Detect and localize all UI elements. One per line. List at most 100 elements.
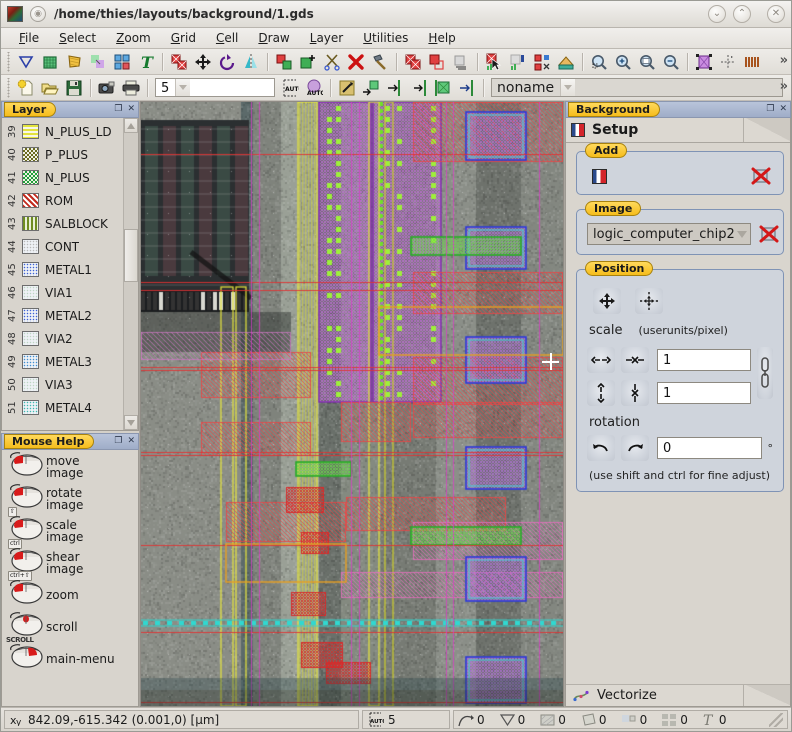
rotate-shape-icon[interactable] [216, 51, 238, 73]
layer-color-swatch[interactable] [22, 377, 39, 392]
chain-link-icon[interactable] [757, 347, 773, 399]
tab-setup[interactable]: Setup [592, 122, 638, 138]
menu-file[interactable]: File [9, 29, 49, 47]
scroll-track[interactable] [124, 133, 138, 415]
zoom-page-icon[interactable] [636, 51, 658, 73]
toolbar-overflow-button[interactable]: » [780, 53, 788, 68]
polygon-icon[interactable] [63, 51, 85, 73]
menu-help[interactable]: Help [418, 29, 465, 47]
delete-image-icon-2[interactable] [759, 223, 779, 245]
layer-color-swatch[interactable] [22, 193, 39, 208]
snap-grid-icon[interactable] [408, 77, 430, 99]
delete-shape-icon[interactable] [345, 51, 367, 73]
background-panel-float-icon[interactable]: ❐ [766, 105, 774, 114]
layer-row[interactable]: 46 VIA1 [2, 281, 123, 304]
vectorize-tab[interactable]: Vectorize [566, 684, 790, 706]
stats-icon[interactable] [507, 51, 529, 73]
rotate-ccw-icon[interactable] [587, 435, 615, 461]
layer-stack-icon[interactable] [741, 51, 763, 73]
scale-y-shrink-icon[interactable] [621, 380, 649, 406]
chevron-down-icon-3[interactable] [735, 224, 750, 244]
zoom-selection-icon[interactable] [588, 51, 610, 73]
menu-grid[interactable]: Grid [161, 29, 206, 47]
scale-x-expand-icon[interactable] [587, 347, 615, 373]
move-fine-icon[interactable] [635, 288, 663, 314]
background-panel-close-icon[interactable]: ✕ [779, 105, 787, 114]
toolbar-overflow-button-2[interactable]: » [780, 79, 788, 94]
boolean-or-icon[interactable] [426, 51, 448, 73]
layer-row[interactable]: 45 METAL1 [2, 258, 123, 281]
scale-x-input[interactable]: 1 [657, 349, 751, 371]
new-file-icon[interactable] [15, 77, 37, 99]
layer-color-swatch[interactable] [22, 308, 39, 323]
delete-image-icon[interactable] [749, 165, 773, 187]
layer-color-swatch[interactable] [22, 400, 39, 415]
scroll-thumb[interactable] [124, 228, 138, 283]
layer-row[interactable]: 50 VIA3 [2, 373, 123, 396]
layer-row[interactable]: 47 METAL2 [2, 304, 123, 327]
snap-endpoint-icon[interactable] [456, 77, 478, 99]
mirror-shape-icon[interactable] [240, 51, 262, 73]
layer-scrollbar[interactable] [123, 118, 138, 430]
auto-color-icon[interactable]: AUTO [303, 77, 325, 99]
resize-grip[interactable] [769, 712, 783, 727]
select-arrow-icon[interactable] [483, 51, 505, 73]
menu-cell[interactable]: Cell [206, 29, 248, 47]
cell-name-combo[interactable]: noname [491, 78, 783, 97]
merge-shapes-icon[interactable] [87, 51, 109, 73]
layer-row[interactable]: 48 VIA2 [2, 327, 123, 350]
cell-box-icon[interactable] [693, 51, 715, 73]
layer-color-swatch[interactable] [22, 124, 39, 139]
layer-row[interactable]: 42 ROM [2, 189, 123, 212]
layer-color-swatch[interactable] [22, 354, 39, 369]
cut-shape-icon[interactable] [273, 51, 295, 73]
move-coarse-icon[interactable] [593, 288, 621, 314]
hammer-icon[interactable] [369, 51, 391, 73]
menu-zoom[interactable]: Zoom [106, 29, 161, 47]
layer-row[interactable]: 51 METAL4 [2, 396, 123, 419]
menu-select[interactable]: Select [49, 29, 106, 47]
menu-layer[interactable]: Layer [300, 29, 353, 47]
scale-y-expand-icon[interactable] [587, 380, 615, 406]
grid-size-combo[interactable]: 5 [155, 78, 275, 97]
mouse-help-close-icon[interactable]: ✕ [127, 437, 135, 446]
layer-color-swatch[interactable] [22, 147, 39, 162]
box-select-icon[interactable] [531, 51, 553, 73]
array-icon[interactable] [111, 51, 133, 73]
chevron-down-icon[interactable] [175, 79, 191, 96]
layer-row[interactable]: 40 P_PLUS [2, 143, 123, 166]
scale-y-input[interactable]: 1 [657, 382, 751, 404]
snap-edge-icon[interactable] [360, 77, 382, 99]
layer-color-swatch[interactable] [22, 262, 39, 277]
mouse-help-float-icon[interactable]: ❐ [114, 437, 122, 446]
open-folder-icon[interactable] [39, 77, 61, 99]
layout-canvas[interactable] [141, 102, 563, 706]
layer-color-swatch[interactable] [22, 170, 39, 185]
snap-center-icon[interactable] [432, 77, 454, 99]
image-select[interactable]: logic_computer_chip2 [587, 223, 751, 245]
print-icon[interactable] [120, 77, 142, 99]
toolbar-grip-2[interactable] [5, 77, 12, 98]
boolean-diff-icon[interactable] [450, 51, 472, 73]
chevron-down-icon-2[interactable] [560, 79, 576, 96]
snap-any-icon[interactable] [336, 77, 358, 99]
layer-panel-close-icon[interactable]: ✕ [127, 105, 135, 114]
scroll-down-button[interactable] [124, 415, 138, 430]
menu-utilities[interactable]: Utilities [353, 29, 418, 47]
boolean-and-icon[interactable] [402, 51, 424, 73]
layer-row[interactable]: 41 N_PLUS [2, 166, 123, 189]
flip-icon[interactable] [555, 51, 577, 73]
move-shape-icon[interactable] [192, 51, 214, 73]
text-tool-icon[interactable]: T [135, 51, 157, 73]
maximize-button[interactable]: ⌃ [733, 5, 751, 23]
zoom-out-icon[interactable] [660, 51, 682, 73]
scissors-icon[interactable] [321, 51, 343, 73]
layer-list[interactable]: 39 N_PLUS_LD 40 P_PLUS 41 N_PLUS 42 ROM 43 SALBLO… [2, 118, 123, 430]
rotation-input[interactable]: 0 [657, 437, 762, 459]
layer-row[interactable]: 43 SALBLOCK [2, 212, 123, 235]
fill-box-icon[interactable] [39, 51, 61, 73]
auto-measure-icon[interactable]: AUTO [279, 77, 301, 99]
layer-panel-float-icon[interactable]: ❐ [114, 105, 122, 114]
screenshot-icon[interactable] [96, 77, 118, 99]
menu-draw[interactable]: Draw [248, 29, 299, 47]
